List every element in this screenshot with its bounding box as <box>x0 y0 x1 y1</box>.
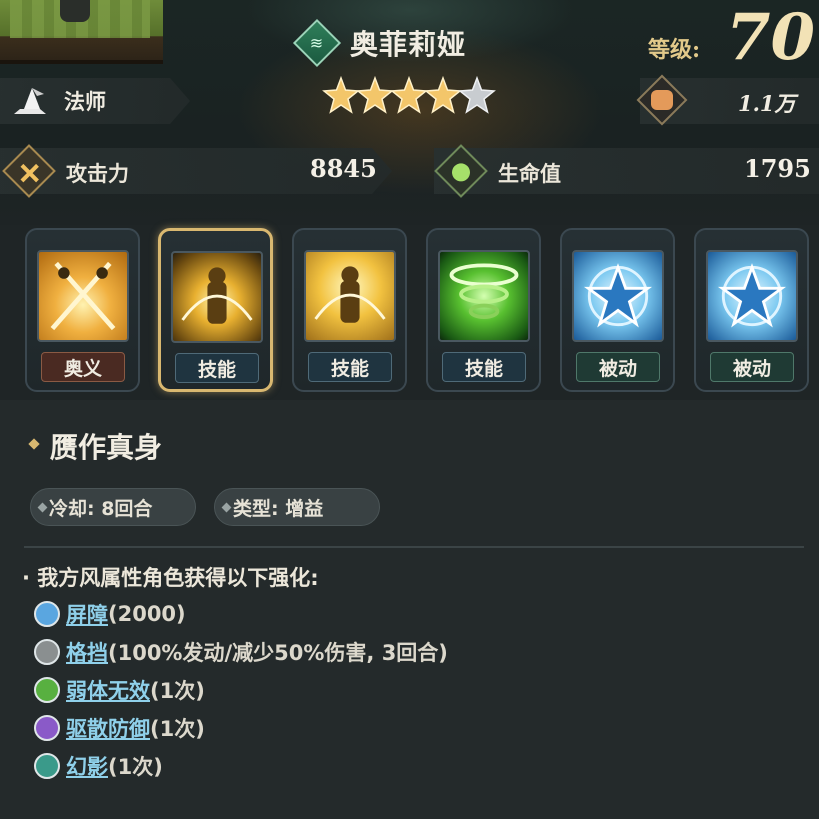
cooldown-pill: 冷却: 8回合 <box>30 488 196 526</box>
effect-detail: (1次) <box>150 679 205 703</box>
skill-type-tag: 奥义 <box>41 352 125 382</box>
star-empty-icon <box>458 75 496 114</box>
effect-name-link[interactable]: 格挡 <box>66 637 108 667</box>
star-filled-icon <box>356 75 394 114</box>
attack-value: 8845 <box>310 154 377 183</box>
skill-card-5[interactable]: 被动 <box>560 228 675 392</box>
block-shield-icon <box>34 639 60 665</box>
barrier-icon <box>34 601 60 627</box>
hero-name: 奥菲莉娅 <box>350 28 467 61</box>
portrait-figure <box>60 0 90 22</box>
debuff-immune-icon <box>34 677 60 703</box>
hero-portrait[interactable] <box>0 0 163 64</box>
star-rating <box>322 75 496 114</box>
skill-description: · 我方风属性角色获得以下强化: <box>22 566 319 590</box>
skill-list: 奥义 技能 技能 技能 被动 被动 <box>0 228 819 392</box>
level-label: 等级: <box>648 37 701 63</box>
phantom-icon <box>34 753 60 779</box>
effect-row: 驱散防御 (1次) <box>34 712 205 744</box>
class-name: 法师 <box>64 90 106 114</box>
crossed-swords-skill-icon <box>37 250 129 342</box>
skill-type-tag: 被动 <box>576 352 660 382</box>
skill-card-2[interactable]: 技能 <box>158 228 273 392</box>
star-filled-icon <box>322 75 360 114</box>
star-filled-icon <box>390 75 428 114</box>
attack-label: 攻击力 <box>66 162 129 186</box>
hero-name-block: ≋ 奥菲莉娅 <box>292 18 467 68</box>
skill-card-3[interactable]: 技能 <box>292 228 407 392</box>
divider <box>24 546 804 548</box>
skill-card-6[interactable]: 被动 <box>694 228 809 392</box>
diamond-bullet-icon <box>37 502 48 513</box>
skill-card-4[interactable]: 技能 <box>426 228 541 392</box>
diamond-bullet-icon <box>221 502 232 513</box>
blue-star-skill-icon <box>572 250 664 342</box>
effect-detail: (2000) <box>108 602 186 626</box>
effect-row: 弱体无效 (1次) <box>34 674 205 706</box>
effect-name-link[interactable]: 屏障 <box>66 599 108 629</box>
cooldown-text: 冷却: 8回合 <box>49 497 153 520</box>
type-text: 类型: 增益 <box>233 497 324 520</box>
type-pill: 类型: 增益 <box>214 488 380 526</box>
power-value: 1.1万 <box>738 91 796 116</box>
hp-label: 生命值 <box>498 162 561 186</box>
effect-detail: (100%发动/减少50%伤害, 3回合) <box>108 641 448 665</box>
effect-row: 幻影 (1次) <box>34 750 163 782</box>
wind-element-icon: ≋ <box>292 18 342 68</box>
skill-type-tag: 技能 <box>308 352 392 382</box>
green-tornado-skill-icon <box>438 250 530 342</box>
dispel-defense-icon <box>34 715 60 741</box>
effect-row: 格挡 (100%发动/减少50%伤害, 3回合) <box>34 636 448 668</box>
skill-type-tag: 被动 <box>710 352 794 382</box>
skill-title: 赝作真身 <box>50 431 163 464</box>
skill-type-tag: 技能 <box>442 352 526 382</box>
effect-name-link[interactable]: 幻影 <box>66 751 108 781</box>
star-filled-icon <box>424 75 462 114</box>
effect-name-link[interactable]: 驱散防御 <box>66 713 150 743</box>
blue-star-skill-icon <box>706 250 798 342</box>
level-value: 70 <box>726 0 816 75</box>
golden-warrior-skill-icon <box>171 251 263 343</box>
mage-hat-icon <box>10 84 50 118</box>
skill-card-1[interactable]: 奥义 <box>25 228 140 392</box>
effect-name-link[interactable]: 弱体无效 <box>66 675 150 705</box>
effect-row: 屏障 (2000) <box>34 598 186 630</box>
skill-type-tag: 技能 <box>175 353 259 383</box>
hp-value: 1795 <box>744 154 811 183</box>
radiant-figure-skill-icon <box>304 250 396 342</box>
effect-detail: (1次) <box>150 717 205 741</box>
effect-detail: (1次) <box>108 755 163 779</box>
